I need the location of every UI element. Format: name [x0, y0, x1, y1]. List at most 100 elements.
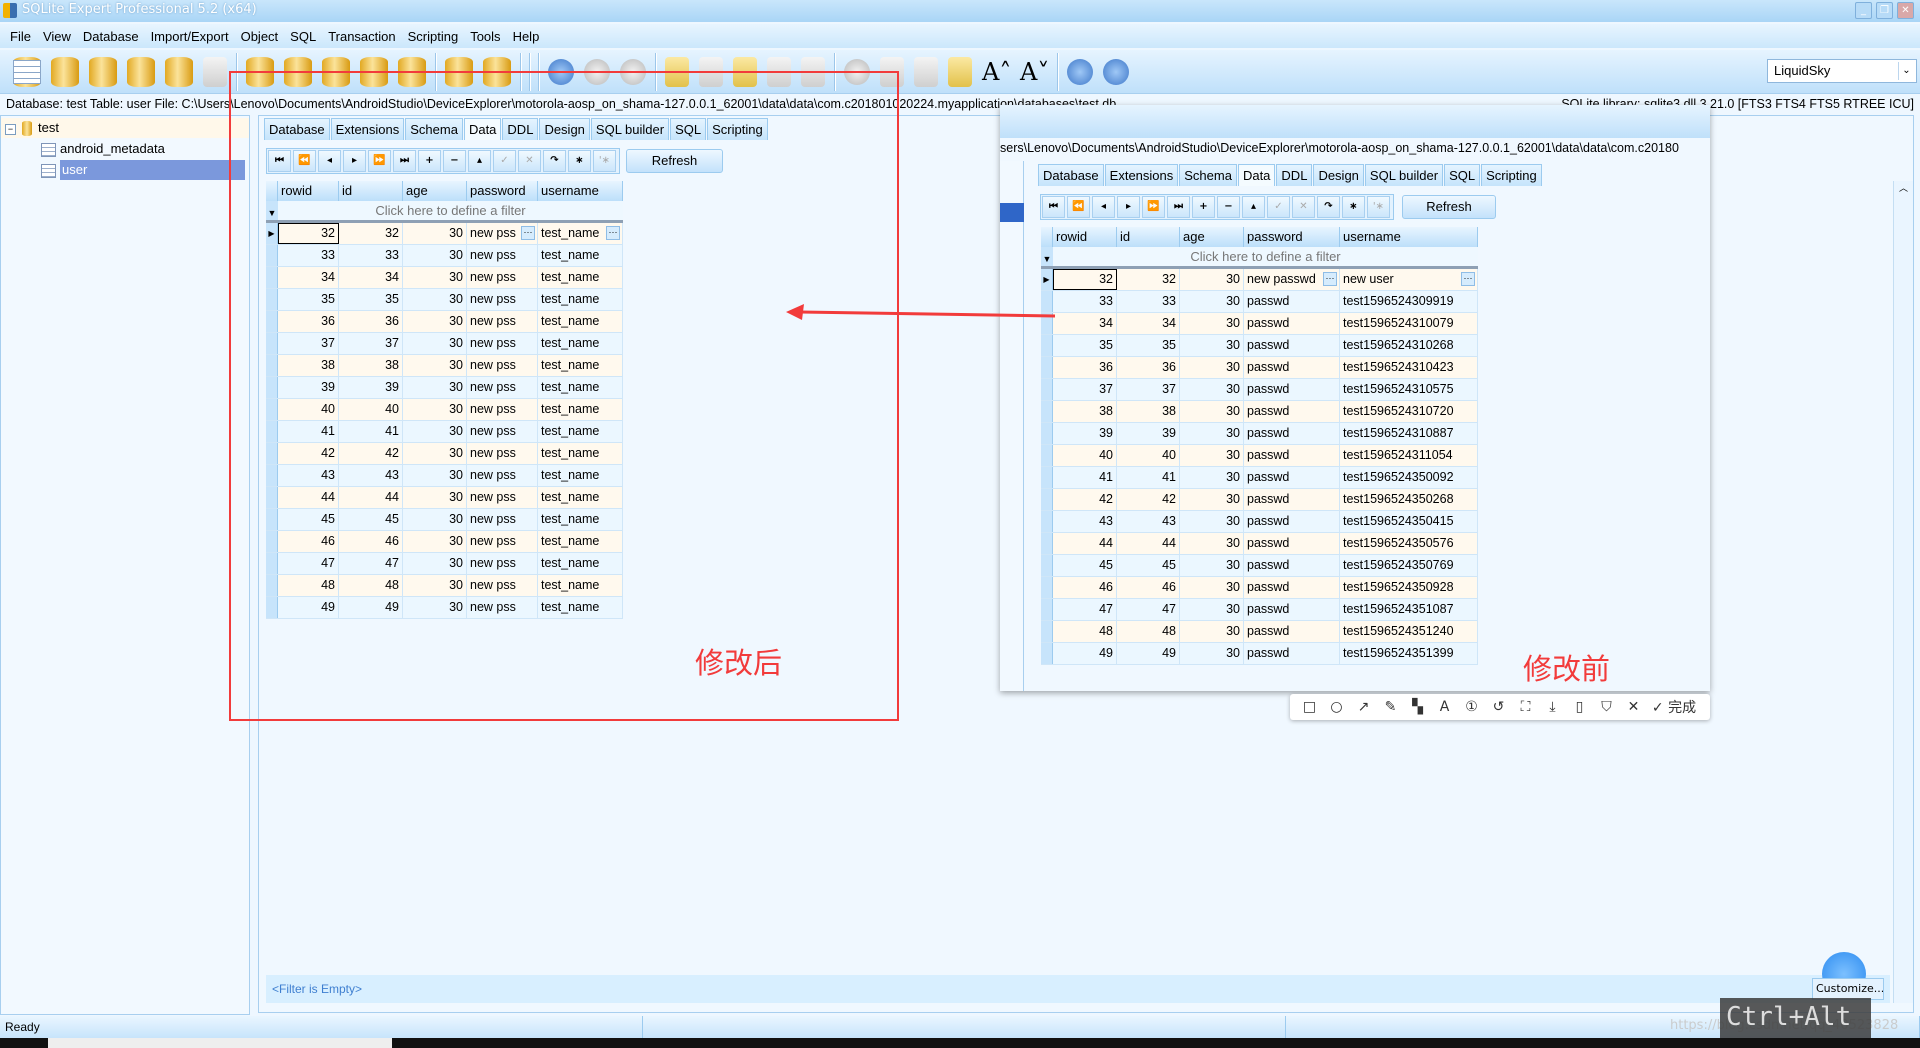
menu-view[interactable]: View — [37, 29, 77, 44]
menu-database[interactable]: Database — [77, 29, 145, 44]
vertical-scrollbar[interactable]: ︿ — [1893, 181, 1913, 1003]
tab-sql: SQL — [1444, 164, 1481, 186]
phone-icon[interactable]: ▯ — [1566, 699, 1593, 715]
row-indicator — [1041, 577, 1053, 598]
save-icon[interactable]: ⤓ — [1539, 699, 1566, 715]
collapse-icon[interactable]: − — [5, 124, 16, 135]
table-row: 37 37 30 passwd test1596524310575 — [1041, 379, 1478, 401]
tree-item-database[interactable]: − test — [1, 118, 249, 138]
cell-password: passwd — [1244, 291, 1340, 312]
compact-database-icon[interactable] — [165, 56, 193, 87]
attach-database-icon[interactable] — [89, 56, 117, 87]
number-icon[interactable]: ① — [1458, 699, 1485, 715]
cell-age: 30 — [1180, 335, 1244, 356]
overlay-data-navigator: ⏮ ⏪ ◂ ▸ ⏩ ⏭ + − ▴ ✓ ✕ ↷ ∗ '∗ — [1040, 194, 1394, 220]
text-icon[interactable]: A — [1431, 699, 1458, 715]
cell-username: test1596524350928 — [1340, 577, 1478, 598]
row-indicator — [1041, 555, 1053, 576]
bookmark-icon[interactable]: ⛉ — [1593, 699, 1620, 715]
cell-age: 30 — [1180, 379, 1244, 400]
nav-delete-button: − — [1217, 196, 1240, 218]
cell-username: test1596524351399 — [1340, 643, 1478, 664]
menu-sql[interactable]: SQL — [284, 29, 322, 44]
cell-username: test1596524311054 — [1340, 445, 1478, 466]
column-header-age: age — [1180, 227, 1244, 247]
menu-scripting[interactable]: Scripting — [402, 29, 465, 44]
ellipse-icon[interactable]: ○ — [1323, 699, 1350, 715]
row-indicator: ▶ — [1041, 269, 1053, 290]
rectangle-icon[interactable]: □ — [1296, 699, 1323, 715]
cell-rowid: 46 — [1053, 577, 1117, 598]
theme-select[interactable]: LiquidSky ⌄ — [1767, 59, 1917, 83]
cell-rowid: 35 — [1053, 335, 1117, 356]
decrease-font-icon[interactable]: A˅ — [1020, 57, 1049, 87]
increase-font-icon[interactable]: A˄ — [982, 57, 1011, 87]
cell-rowid: 43 — [1053, 511, 1117, 532]
cell-password: passwd — [1244, 401, 1340, 422]
mosaic-icon[interactable]: ▚ — [1404, 699, 1431, 715]
menu-help[interactable]: Help — [507, 29, 546, 44]
done-icon[interactable]: ✓ 完成 — [1647, 697, 1701, 717]
table-row: 42 42 30 passwd test1596524350268 — [1041, 489, 1478, 511]
cell-rowid: 32 — [1053, 269, 1117, 290]
menu-object[interactable]: Object — [235, 29, 285, 44]
row-indicator — [1041, 357, 1053, 378]
cell-rowid: 47 — [1053, 599, 1117, 620]
before-label: 修改前 — [1523, 652, 1611, 686]
cell-value: passwd — [1247, 360, 1290, 374]
cell-username: test1596524351240 — [1340, 621, 1478, 642]
open-database-icon[interactable] — [51, 56, 79, 87]
row-indicator — [1041, 599, 1053, 620]
paste-icon[interactable] — [914, 56, 938, 87]
menu-tools[interactable]: Tools — [464, 29, 506, 44]
minimize-button[interactable]: _ — [1855, 2, 1872, 19]
chart-icon[interactable] — [948, 56, 972, 87]
update-icon[interactable] — [13, 59, 41, 84]
cancel-icon[interactable]: ✕ — [1620, 699, 1647, 715]
close-button[interactable]: ✕ — [1897, 2, 1914, 19]
tree-item-table-selected[interactable]: user — [41, 160, 249, 180]
cell-rowid: 37 — [1053, 379, 1117, 400]
taskbar-item[interactable] — [48, 1038, 392, 1048]
annotation-arrow — [786, 304, 1056, 320]
cell-value: test1596524350769 — [1343, 558, 1454, 572]
cell-password: passwd — [1244, 599, 1340, 620]
help-icon[interactable] — [1067, 58, 1093, 85]
detach-database-icon[interactable] — [127, 56, 155, 87]
about-icon[interactable] — [1103, 58, 1129, 85]
pencil-icon[interactable]: ✎ — [1377, 699, 1404, 715]
tree-item-table[interactable]: android_metadata — [41, 139, 165, 159]
ellipsis-button: ··· — [1461, 272, 1475, 286]
customize-button[interactable]: Customize... — [1812, 978, 1884, 1000]
cell-value: 33 — [1162, 294, 1176, 308]
database-icon — [22, 121, 32, 137]
cell-value: test1596524310887 — [1343, 426, 1454, 440]
nav-prior-page-button: ⏪ — [1067, 196, 1090, 218]
data-grid-before: rowid id age password username ▼ Click here to… — [1041, 227, 1478, 665]
menu-file[interactable]: File — [4, 29, 37, 44]
annotation-toolbar: □ ○ ↗ ✎ ▚ A ① ↺ ⛶ ⤓ ▯ ⛉ ✕ ✓ 完成 — [1290, 694, 1710, 720]
cell-value: test1596524350576 — [1343, 536, 1454, 550]
cell-value: passwd — [1247, 602, 1290, 616]
nav-insert-button: + — [1192, 196, 1215, 218]
table-row: 47 47 30 passwd test1596524351087 — [1041, 599, 1478, 621]
filter-status[interactable]: <Filter is Empty> — [272, 982, 362, 996]
function-icon[interactable] — [203, 56, 227, 87]
nav-first-button: ⏮ — [1042, 196, 1065, 218]
cell-value: passwd — [1247, 294, 1290, 308]
column-header-rowid: rowid — [1053, 227, 1117, 247]
cell-value: test1596524350415 — [1343, 514, 1454, 528]
scroll-up-icon[interactable]: ︿ — [1894, 181, 1913, 194]
cell-value: 36 — [1162, 360, 1176, 374]
menu-transaction[interactable]: Transaction — [322, 29, 401, 44]
restore-button[interactable]: ❐ — [1876, 2, 1893, 19]
arrow-icon[interactable]: ↗ — [1350, 699, 1377, 715]
cell-password: passwd — [1244, 335, 1340, 356]
pin-icon[interactable]: ⛶ — [1512, 699, 1539, 715]
cell-id: 49 — [1117, 643, 1180, 664]
table-icon — [41, 163, 56, 178]
undo-icon[interactable]: ↺ — [1485, 699, 1512, 715]
cell-value: 42 — [1099, 492, 1113, 506]
menu-import-export[interactable]: Import/Export — [145, 29, 235, 44]
cell-value: 30 — [1226, 272, 1240, 286]
